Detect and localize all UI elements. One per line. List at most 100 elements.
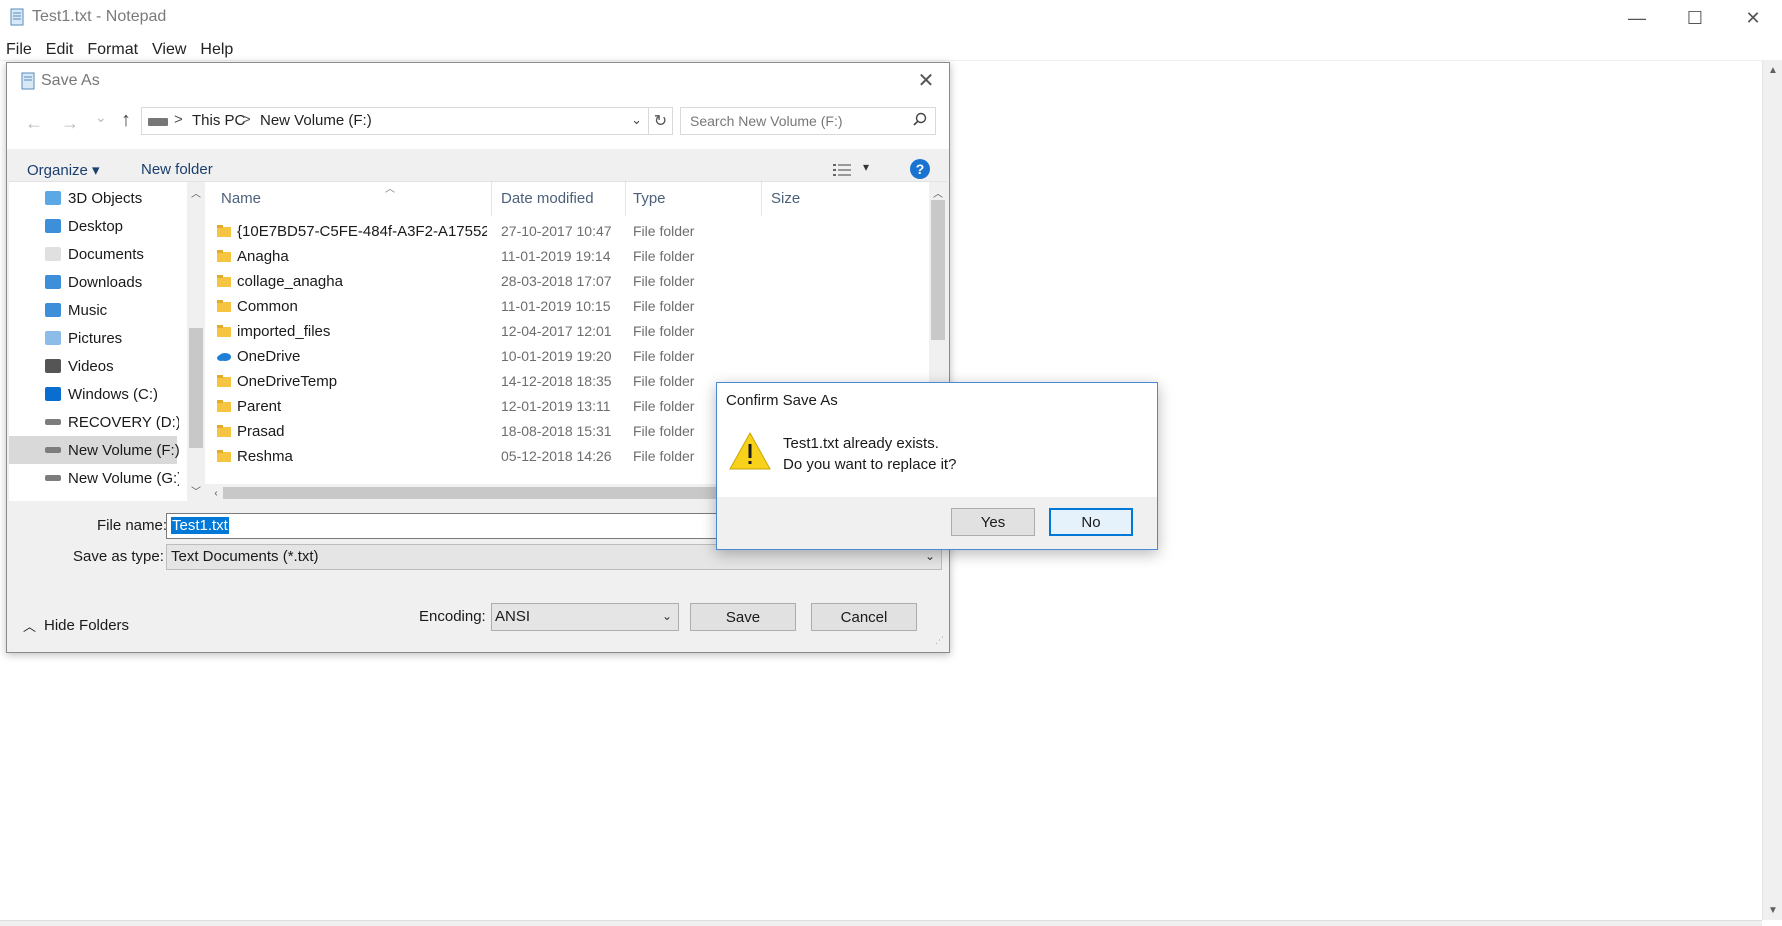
menu-view[interactable]: View xyxy=(146,37,192,61)
tree-item[interactable]: Pictures xyxy=(9,324,177,352)
file-date: 27-10-2017 10:47 xyxy=(501,223,612,239)
column-divider[interactable] xyxy=(761,182,762,216)
tree-item[interactable]: Desktop xyxy=(9,212,177,240)
back-button[interactable]: ← xyxy=(25,113,43,134)
column-divider[interactable] xyxy=(625,182,626,216)
scroll-thumb[interactable] xyxy=(189,328,203,448)
file-row[interactable]: OneDrive 10-01-2019 19:20 File folder xyxy=(205,344,929,371)
up-button[interactable]: ↑ xyxy=(121,109,131,132)
scroll-up-arrow-icon[interactable]: ▲ xyxy=(1763,60,1782,80)
menu-file[interactable]: File xyxy=(0,37,38,61)
column-name[interactable]: Name xyxy=(221,190,261,207)
navigation-tree: 3D Objects Desktop Documents Downloads Music… xyxy=(9,182,179,502)
encoding-label: Encoding: xyxy=(419,608,486,625)
confirm-message-area: Test1.txt already exists. Do you want to… xyxy=(717,417,1157,497)
breadcrumb-this-pc[interactable]: This PC xyxy=(192,112,245,129)
scroll-thumb[interactable] xyxy=(931,200,945,340)
file-date: 05-12-2018 14:26 xyxy=(501,448,612,464)
address-bar[interactable]: > This PC > New Volume (F:) ⌄ xyxy=(141,107,649,135)
forward-button[interactable]: → xyxy=(61,113,79,134)
file-date: 18-08-2018 15:31 xyxy=(501,423,612,439)
folder-icon xyxy=(217,275,231,287)
3d-objects-icon xyxy=(45,191,61,205)
save-as-dialog: Save As ✕ ← → ⌄ ↑ > This PC > New Volume… xyxy=(6,62,950,653)
file-row[interactable]: Common 11-01-2019 10:15 File folder xyxy=(205,294,929,321)
chevron-down-icon[interactable]: ⌄ xyxy=(631,112,642,128)
confirm-title-bar: Confirm Save As xyxy=(717,383,1157,417)
file-name: Parent xyxy=(237,398,282,415)
tree-item[interactable]: New Volume (F:) xyxy=(9,436,179,464)
no-button[interactable]: No xyxy=(1049,508,1133,536)
yes-button[interactable]: Yes xyxy=(951,508,1035,536)
folder-icon xyxy=(217,450,231,462)
scroll-down-arrow-icon[interactable]: ﹀ xyxy=(187,482,205,498)
navigation-bar: ← → ⌄ ↑ > This PC > New Volume (F:) ⌄ ↻ … xyxy=(7,99,949,149)
file-row[interactable]: {10E7BD57-C5FE-484f-A3F2-A1755286C... 27-… xyxy=(205,219,929,246)
scroll-thumb[interactable] xyxy=(223,487,723,499)
tree-item-label: 3D Objects xyxy=(68,189,143,207)
file-type: File folder xyxy=(633,448,695,464)
tree-item[interactable]: 3D Objects xyxy=(9,184,177,212)
menu-edit[interactable]: Edit xyxy=(40,37,80,61)
downloads-icon xyxy=(45,275,61,289)
close-button[interactable]: ✕ xyxy=(1724,0,1782,36)
cancel-button[interactable]: Cancel xyxy=(811,603,917,631)
new-folder-button[interactable]: New folder xyxy=(141,161,213,178)
folder-icon xyxy=(217,400,231,412)
file-row[interactable]: Anagha 11-01-2019 19:14 File folder xyxy=(205,244,929,271)
file-row[interactable]: imported_files 12-04-2017 12:01 File folde… xyxy=(205,319,929,346)
encoding-select[interactable]: ANSI ⌄ xyxy=(491,603,679,631)
hide-folders-button[interactable]: ︿ Hide Folders xyxy=(23,616,129,635)
folder-icon xyxy=(217,225,231,237)
file-name: Common xyxy=(237,298,298,315)
file-type: File folder xyxy=(633,398,695,414)
menu-format[interactable]: Format xyxy=(81,37,144,61)
view-options-icon[interactable] xyxy=(833,163,851,177)
scroll-down-arrow-icon[interactable]: ▼ xyxy=(1763,900,1782,920)
tree-item[interactable]: Videos xyxy=(9,352,177,380)
drive-icon xyxy=(45,475,61,481)
tree-item[interactable]: Documents xyxy=(9,240,177,268)
search-input[interactable]: Search New Volume (F:) xyxy=(680,107,936,135)
file-type: File folder xyxy=(633,373,695,389)
dialog-close-button[interactable]: ✕ xyxy=(913,67,939,93)
file-row[interactable]: collage_anagha 28-03-2018 17:07 File folde… xyxy=(205,269,929,296)
drive-icon xyxy=(45,447,61,453)
notepad-icon xyxy=(21,72,35,90)
tree-vertical-scrollbar[interactable]: ︿ ﹀ xyxy=(187,182,205,502)
tree-item[interactable]: RECOVERY (D:) xyxy=(9,408,179,436)
column-date-modified[interactable]: Date modified xyxy=(501,190,594,207)
notepad-icon xyxy=(10,8,24,26)
tree-item[interactable]: Music xyxy=(9,296,177,324)
confirm-title: Confirm Save As xyxy=(726,392,838,409)
file-name: {10E7BD57-C5FE-484f-A3F2-A1755286C... xyxy=(237,223,487,240)
maximize-button[interactable]: ☐ xyxy=(1666,0,1724,36)
search-icon xyxy=(913,112,927,126)
tree-item[interactable]: Windows (C:) xyxy=(9,380,177,408)
scroll-up-arrow-icon[interactable]: ︿ xyxy=(929,184,947,200)
file-type: File folder xyxy=(633,298,695,314)
column-divider[interactable] xyxy=(491,182,492,216)
scroll-up-arrow-icon[interactable]: ︿ xyxy=(187,184,205,200)
refresh-button[interactable]: ↻ xyxy=(649,107,673,135)
tree-item[interactable]: New Volume (G:) xyxy=(9,464,179,492)
column-size[interactable]: Size xyxy=(771,190,800,207)
view-dropdown-button[interactable]: ▾ xyxy=(863,160,869,174)
minimize-button[interactable]: — xyxy=(1608,0,1666,36)
menu-help[interactable]: Help xyxy=(194,37,239,61)
confirm-message: Test1.txt already exists. Do you want to… xyxy=(783,433,956,475)
organize-button[interactable]: Organize ▾ xyxy=(27,161,100,179)
breadcrumb-new-volume[interactable]: New Volume (F:) xyxy=(260,112,372,129)
file-date: 11-01-2019 19:14 xyxy=(501,248,611,264)
column-type[interactable]: Type xyxy=(633,190,666,207)
confirm-save-as-dialog: Confirm Save As Test1.txt already exists… xyxy=(716,382,1158,550)
help-icon[interactable]: ? xyxy=(910,159,930,179)
windows-drive-icon xyxy=(45,387,61,401)
recent-locations-button[interactable]: ⌄ xyxy=(95,109,107,126)
resize-grip-icon[interactable]: ⋰ xyxy=(935,636,947,650)
warning-icon xyxy=(729,431,771,470)
tree-item[interactable]: Downloads xyxy=(9,268,177,296)
save-button[interactable]: Save xyxy=(690,603,796,631)
videos-icon xyxy=(45,359,61,373)
editor-vertical-scrollbar[interactable]: ▲ ▼ xyxy=(1762,60,1782,920)
